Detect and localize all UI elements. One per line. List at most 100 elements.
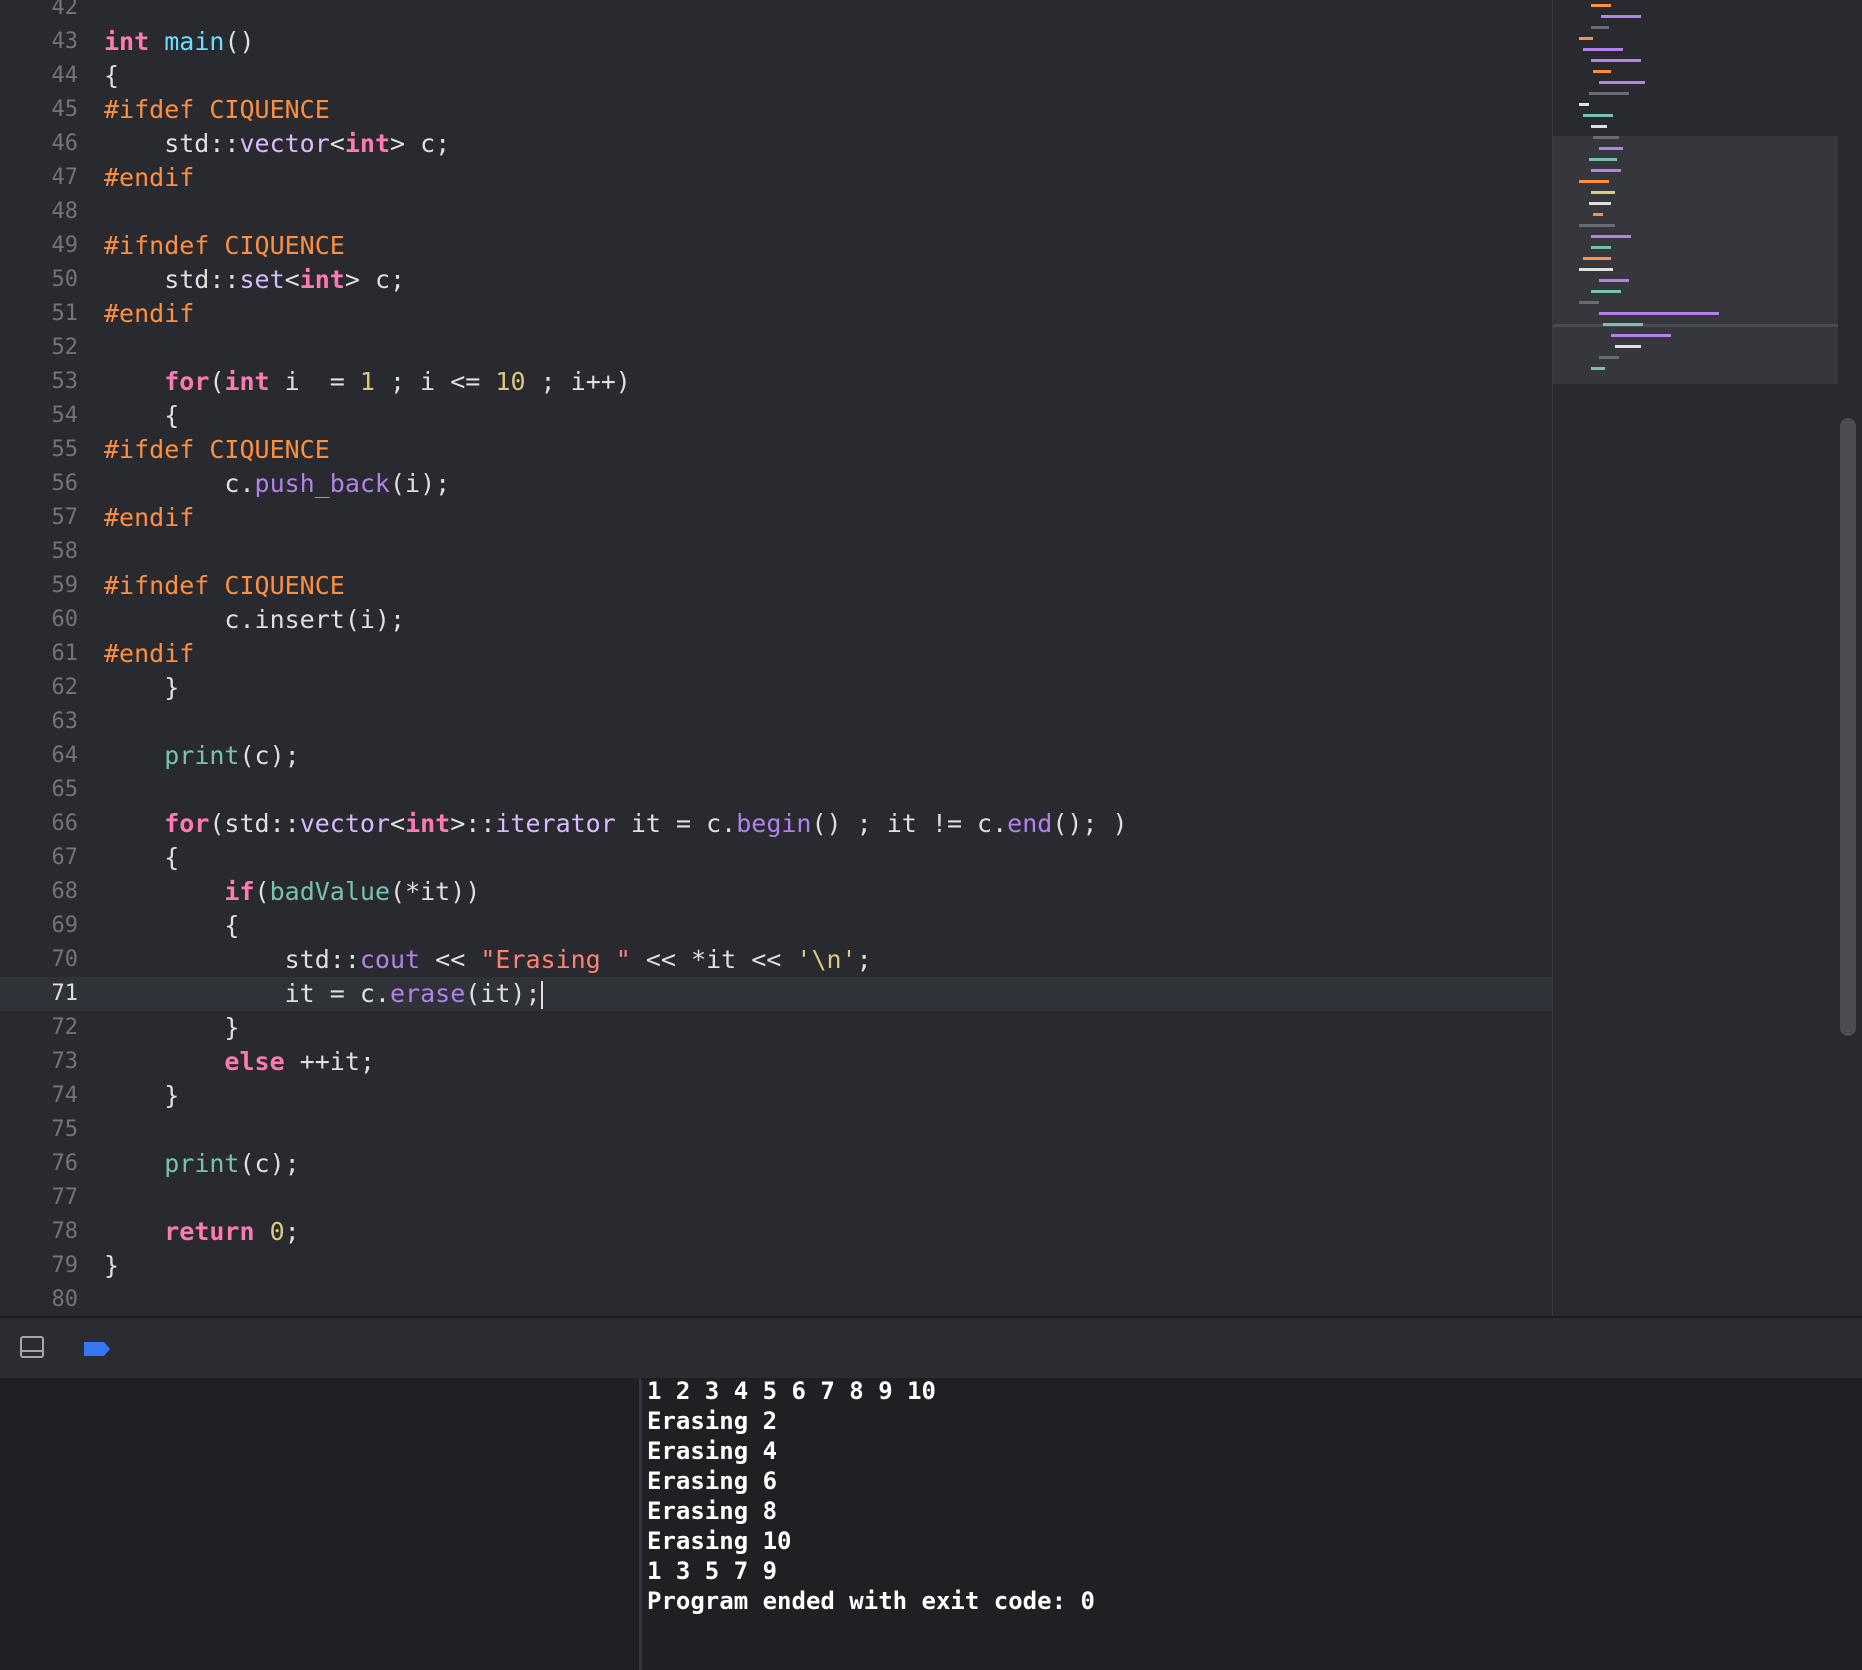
line-number[interactable]: 49 bbox=[8, 229, 79, 263]
code-text[interactable]: #endif bbox=[104, 501, 194, 535]
line-number[interactable]: 80 bbox=[8, 1283, 79, 1316]
code-text[interactable]: } bbox=[104, 1249, 119, 1283]
code-line[interactable]: 65 bbox=[0, 773, 1552, 807]
code-text[interactable]: } bbox=[104, 1079, 179, 1113]
code-text[interactable]: #endif bbox=[104, 161, 194, 195]
line-number[interactable]: 60 bbox=[8, 603, 79, 637]
code-line[interactable]: 62 } bbox=[0, 671, 1552, 705]
line-number[interactable]: 63 bbox=[8, 705, 79, 739]
code-line[interactable]: 78 return 0; bbox=[0, 1215, 1552, 1249]
code-text[interactable]: std::vector<int> c; bbox=[104, 127, 450, 161]
code-line[interactable]: 61 #endif bbox=[0, 637, 1552, 671]
code-text[interactable]: #endif bbox=[104, 637, 194, 671]
line-number[interactable]: 52 bbox=[8, 331, 79, 365]
scrollbar-thumb[interactable] bbox=[1840, 418, 1856, 1036]
code-text[interactable]: int main() bbox=[104, 25, 255, 59]
line-number[interactable]: 74 bbox=[8, 1079, 79, 1113]
code-line[interactable]: 60 c.insert(i); bbox=[0, 603, 1552, 637]
code-line[interactable]: 69 { bbox=[0, 909, 1552, 943]
line-number[interactable]: 42 bbox=[8, 0, 79, 25]
panel-toggle-icon[interactable] bbox=[20, 1336, 44, 1358]
code-line[interactable]: 70 std::cout << "Erasing " << *it << '\n… bbox=[0, 943, 1552, 977]
line-number[interactable]: 61 bbox=[8, 637, 79, 671]
line-number[interactable]: 77 bbox=[8, 1181, 79, 1215]
code-line[interactable]: 42 bbox=[0, 0, 1552, 25]
console-output[interactable]: 1 2 3 4 5 6 7 8 9 10 Erasing 2 Erasing 4 Er… bbox=[643, 1377, 1862, 1670]
code-line[interactable]: 51 #endif bbox=[0, 297, 1552, 331]
line-number[interactable]: 58 bbox=[8, 535, 79, 569]
code-text[interactable]: return 0; bbox=[104, 1215, 300, 1249]
line-number[interactable]: 66 bbox=[8, 807, 79, 841]
code-text[interactable]: #ifdef CIQUENCE bbox=[104, 93, 330, 127]
code-line[interactable]: 72 } bbox=[0, 1011, 1552, 1045]
code-text[interactable]: c.insert(i); bbox=[104, 603, 405, 637]
code-text[interactable]: { bbox=[104, 59, 119, 93]
minimap-visible-region[interactable] bbox=[1553, 136, 1839, 384]
line-number[interactable]: 69 bbox=[8, 909, 79, 943]
code-line[interactable]: 64 print(c); bbox=[0, 739, 1552, 773]
code-line[interactable]: 55 #ifdef CIQUENCE bbox=[0, 433, 1552, 467]
code-text[interactable]: std::set<int> c; bbox=[104, 263, 405, 297]
code-text[interactable]: else ++it; bbox=[104, 1045, 375, 1079]
code-text[interactable]: #ifndef CIQUENCE bbox=[104, 569, 345, 603]
line-number[interactable]: 75 bbox=[8, 1113, 79, 1147]
code-line[interactable]: 43 int main() bbox=[0, 25, 1552, 59]
code-editor[interactable]: 42 43 int main() 44 {45 #ifdef CIQUENCE 46 std… bbox=[0, 0, 1552, 1316]
code-text[interactable]: for(int i = 1 ; i <= 10 ; i++) bbox=[104, 365, 631, 399]
line-number[interactable]: 68 bbox=[8, 875, 79, 909]
code-line[interactable]: 48 bbox=[0, 195, 1552, 229]
code-line[interactable]: 59 #ifndef CIQUENCE bbox=[0, 569, 1552, 603]
line-number[interactable]: 53 bbox=[8, 365, 79, 399]
code-line[interactable]: 77 bbox=[0, 1181, 1552, 1215]
code-text[interactable]: { bbox=[104, 841, 179, 875]
line-number[interactable]: 79 bbox=[8, 1249, 79, 1283]
line-number[interactable]: 54 bbox=[8, 399, 79, 433]
code-line[interactable]: 66 for(std::vector<int>::iterator it = c… bbox=[0, 807, 1552, 841]
code-text[interactable]: { bbox=[104, 909, 239, 943]
line-number[interactable]: 72 bbox=[8, 1011, 79, 1045]
code-text[interactable]: c.push_back(i); bbox=[104, 467, 450, 501]
code-line[interactable]: 71 it = c.erase(it); bbox=[0, 977, 1552, 1011]
code-line[interactable]: 68 if(badValue(*it)) bbox=[0, 875, 1552, 909]
code-line[interactable]: 46 std::vector<int> c; bbox=[0, 127, 1552, 161]
line-number[interactable]: 56 bbox=[8, 467, 79, 501]
code-text[interactable]: print(c); bbox=[104, 1147, 299, 1181]
code-line[interactable]: 63 bbox=[0, 705, 1552, 739]
breakpoint-toggle-icon[interactable] bbox=[82, 1340, 112, 1358]
code-text[interactable]: print(c); bbox=[104, 739, 299, 773]
code-line[interactable]: 47 #endif bbox=[0, 161, 1552, 195]
line-number[interactable]: 43 bbox=[8, 25, 79, 59]
code-line[interactable]: 76 print(c); bbox=[0, 1147, 1552, 1181]
line-number[interactable]: 51 bbox=[8, 297, 79, 331]
line-number[interactable]: 45 bbox=[8, 93, 79, 127]
minimap[interactable] bbox=[1552, 0, 1839, 1316]
code-text[interactable]: for(std::vector<int>::iterator it = c.be… bbox=[104, 807, 1127, 841]
code-text[interactable]: it = c.erase(it); bbox=[104, 977, 543, 1011]
code-line[interactable]: 75 bbox=[0, 1113, 1552, 1147]
code-line[interactable]: 53 for(int i = 1 ; i <= 10 ; i++) bbox=[0, 365, 1552, 399]
code-line[interactable]: 56 c.push_back(i); bbox=[0, 467, 1552, 501]
line-number[interactable]: 44 bbox=[8, 59, 79, 93]
line-number[interactable]: 65 bbox=[8, 773, 79, 807]
code-text[interactable]: { bbox=[104, 399, 179, 433]
line-number[interactable]: 78 bbox=[8, 1215, 79, 1249]
variables-view[interactable] bbox=[0, 1378, 641, 1670]
line-number[interactable]: 48 bbox=[8, 195, 79, 229]
code-text[interactable]: } bbox=[104, 671, 179, 705]
code-line[interactable]: 80 bbox=[0, 1283, 1552, 1316]
code-line[interactable]: 50 std::set<int> c; bbox=[0, 263, 1552, 297]
line-number[interactable]: 70 bbox=[8, 943, 79, 977]
code-text[interactable]: #ifndef CIQUENCE bbox=[104, 229, 345, 263]
code-text[interactable]: std::cout << "Erasing " << *it << '\n'; bbox=[104, 943, 872, 977]
line-number[interactable]: 59 bbox=[8, 569, 79, 603]
line-number[interactable]: 73 bbox=[8, 1045, 79, 1079]
code-text[interactable]: #endif bbox=[104, 297, 194, 331]
code-line[interactable]: 57 #endif bbox=[0, 501, 1552, 535]
code-line[interactable]: 54 { bbox=[0, 399, 1552, 433]
line-number[interactable]: 57 bbox=[8, 501, 79, 535]
line-number[interactable]: 62 bbox=[8, 671, 79, 705]
code-line[interactable]: 52 bbox=[0, 331, 1552, 365]
code-line[interactable]: 58 bbox=[0, 535, 1552, 569]
code-line[interactable]: 44 { bbox=[0, 59, 1552, 93]
code-text[interactable]: if(badValue(*it)) bbox=[104, 875, 480, 909]
